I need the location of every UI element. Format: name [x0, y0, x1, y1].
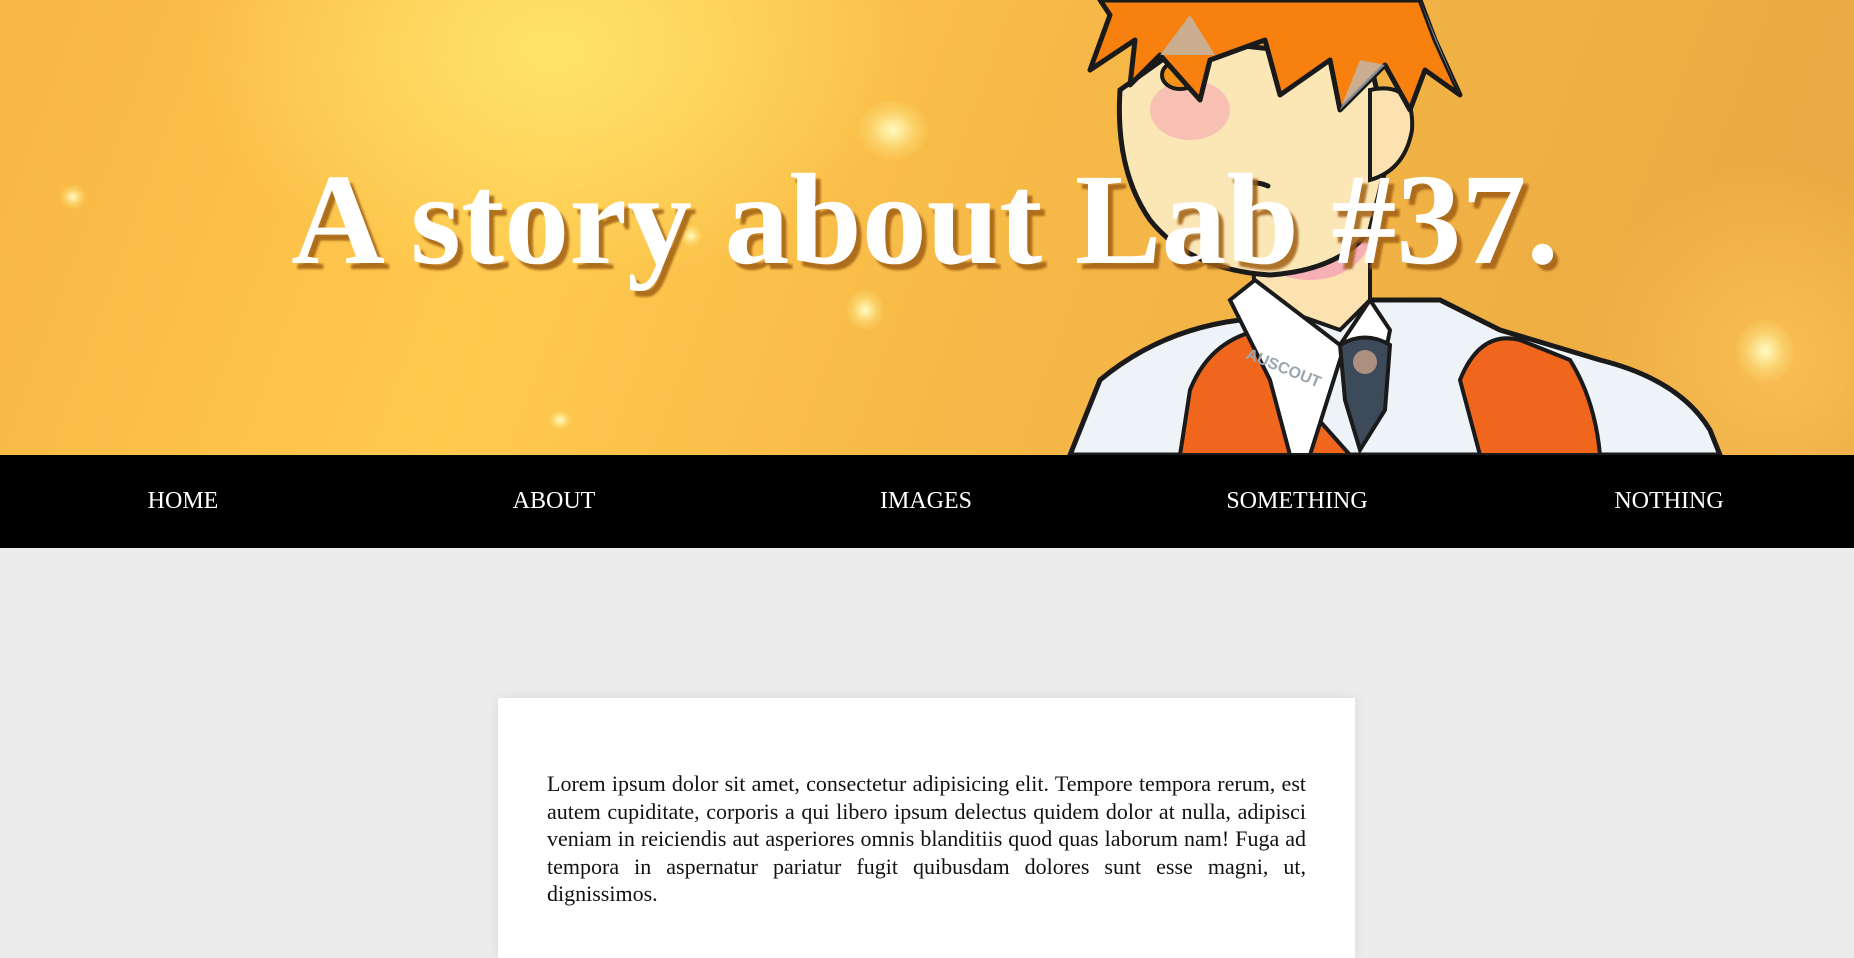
nav-item-home[interactable]: HOME — [148, 455, 219, 548]
nav-item-nothing[interactable]: NOTHING — [1614, 455, 1723, 548]
body-paragraph: Lorem ipsum dolor sit amet, consectetur … — [547, 771, 1306, 906]
hero-banner: AUSCOUT A story about Lab #37. — [0, 0, 1854, 455]
light-orb — [548, 410, 572, 430]
nav-item-something[interactable]: SOMETHING — [1226, 455, 1367, 548]
page-title: A story about Lab #37. — [291, 148, 1559, 292]
main-navigation: HOME ABOUT IMAGES SOMETHING NOTHING — [0, 455, 1854, 548]
light-orb — [846, 290, 884, 330]
nav-item-about[interactable]: ABOUT — [513, 455, 596, 548]
content-card: Lorem ipsum dolor sit amet, consectetur … — [498, 698, 1355, 958]
nav-item-images[interactable]: IMAGES — [880, 455, 972, 548]
